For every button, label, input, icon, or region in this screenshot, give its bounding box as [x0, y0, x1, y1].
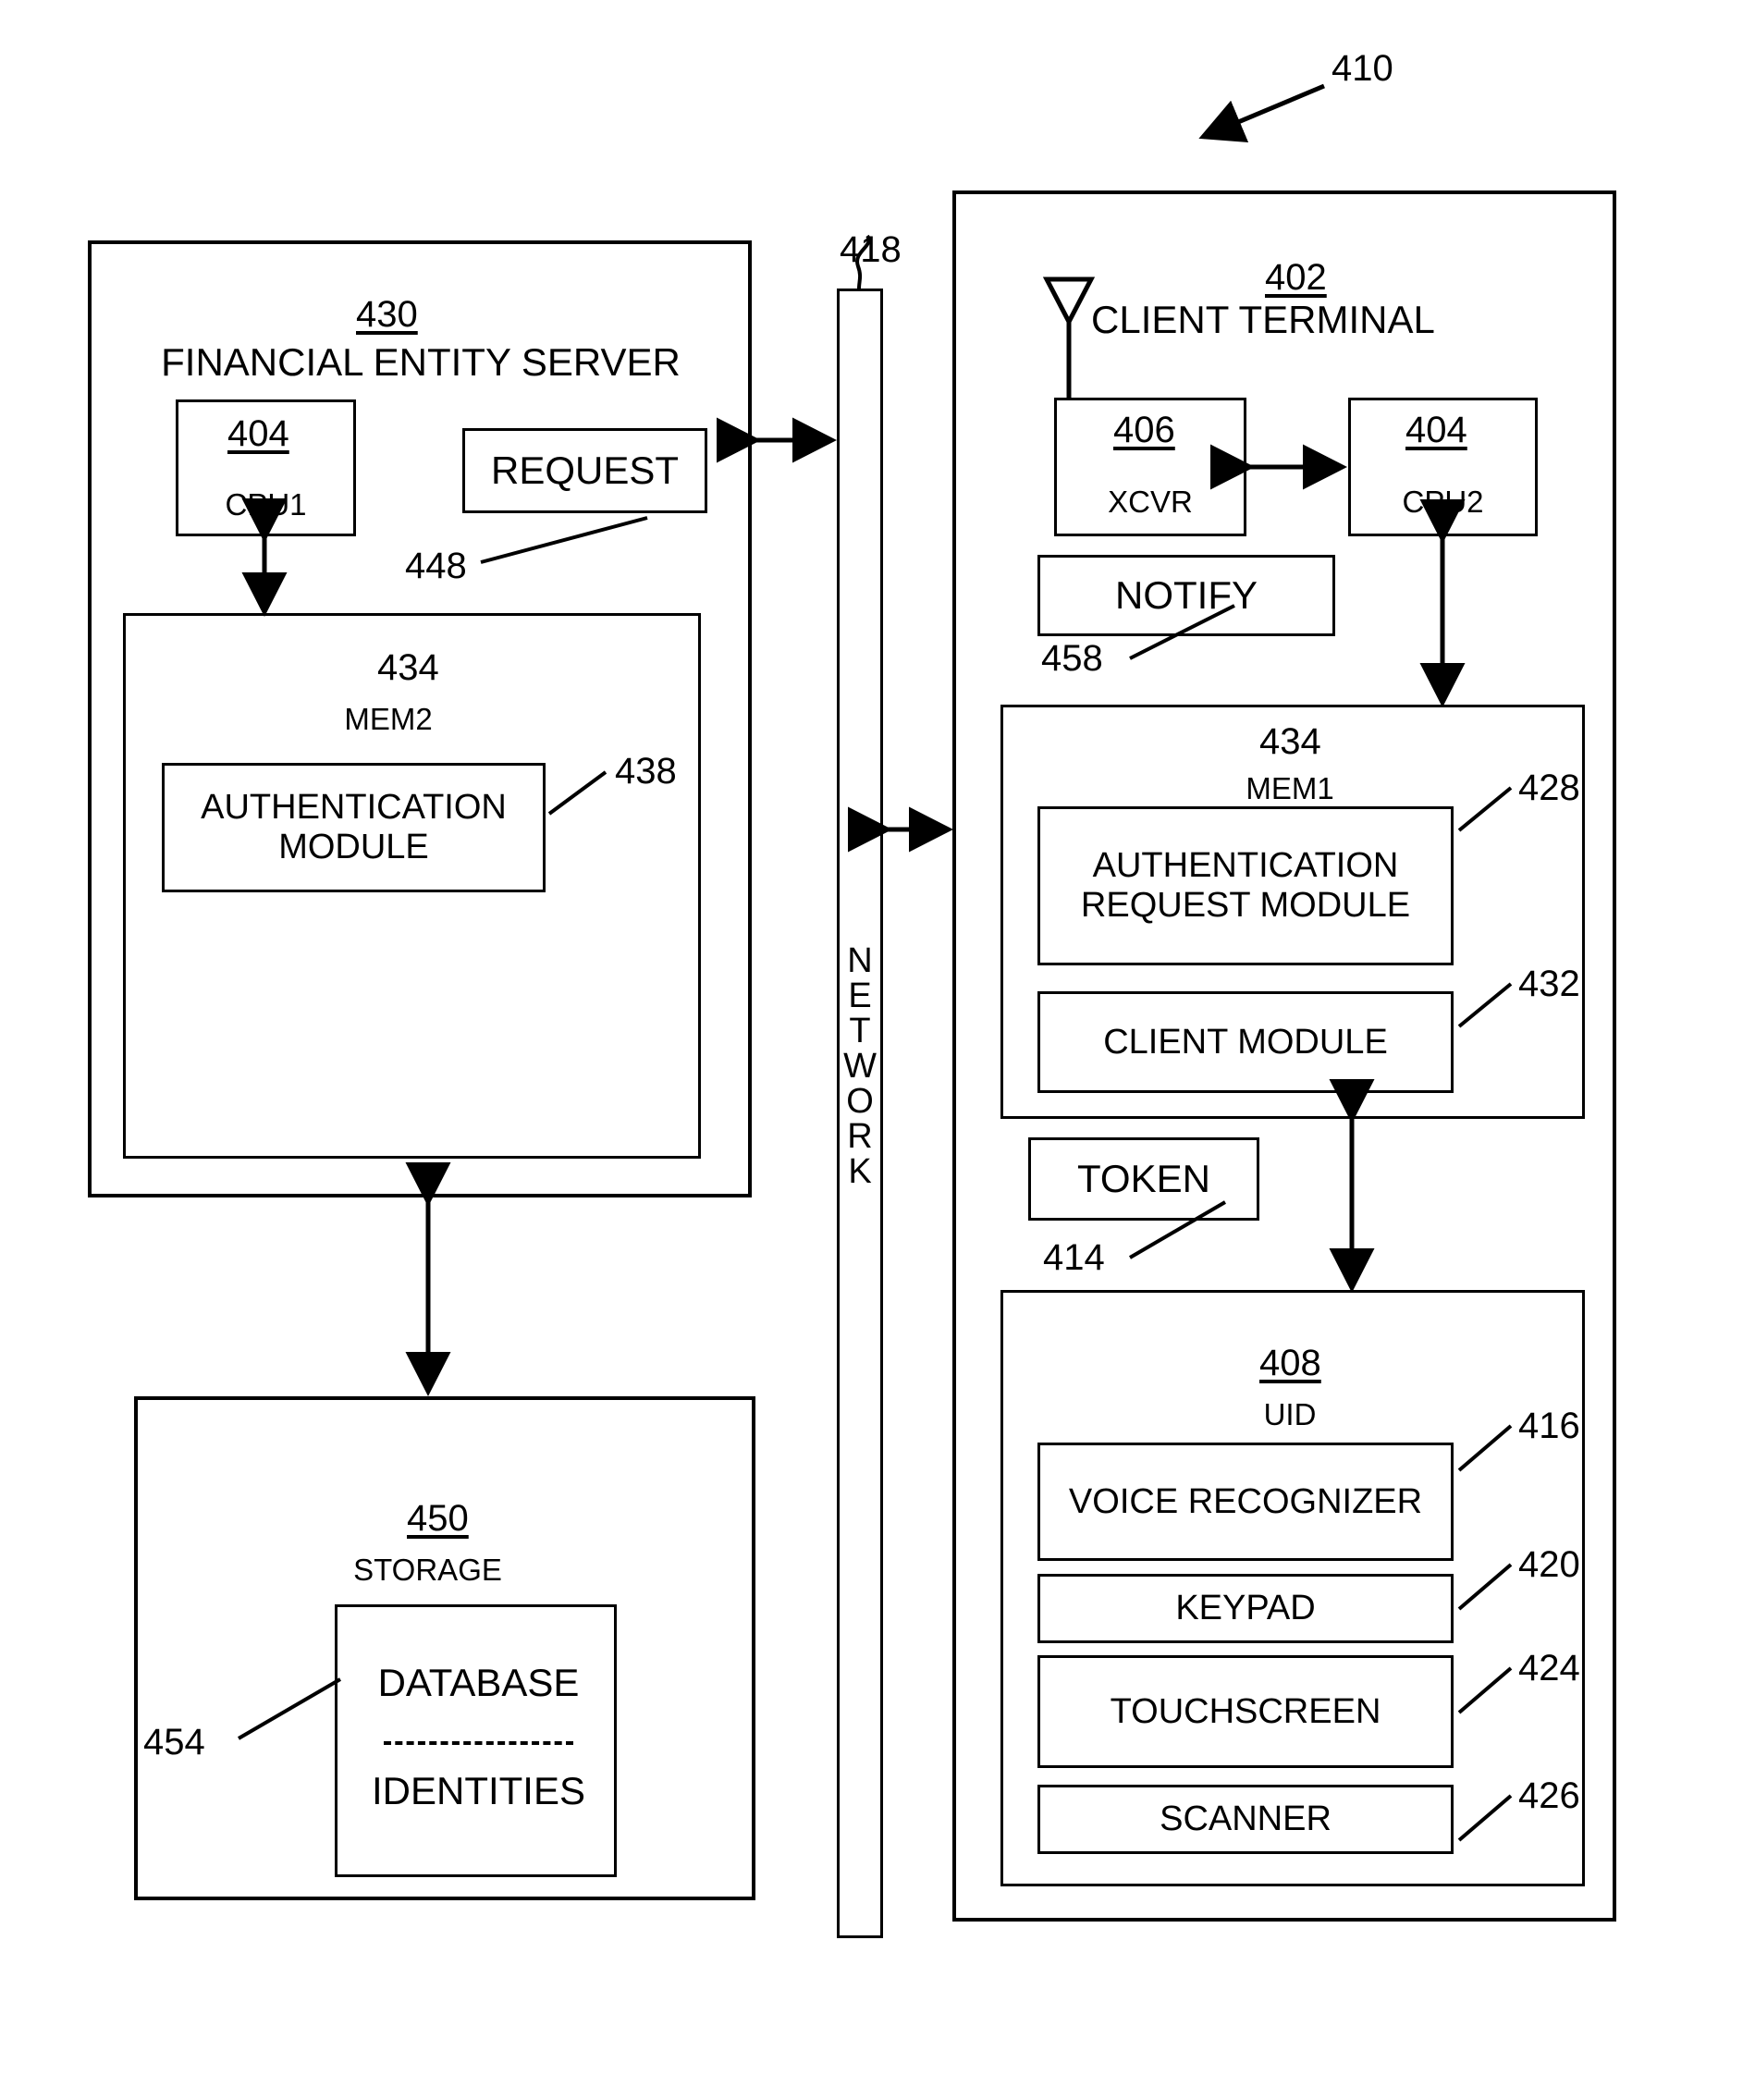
storage-ref: 450	[407, 1498, 469, 1539]
network-ref: 418	[840, 229, 902, 270]
network-label-char-5: R	[847, 1117, 873, 1156]
storage-title: STORAGE	[353, 1553, 502, 1587]
uid-keypad-ref: 420	[1518, 1544, 1580, 1585]
client-xcvr-ref: 406	[1113, 410, 1175, 450]
identities-label: IDENTITIES	[371, 1769, 586, 1812]
authentication-module-ref: 438	[615, 751, 677, 792]
client-notify-ref: 458	[1041, 638, 1103, 679]
server-request-ref: 448	[405, 546, 467, 586]
client-mem1-ref: 434	[1259, 721, 1321, 762]
network-label: N E T W O R K	[838, 943, 882, 1189]
server-request-box: REQUEST	[462, 428, 707, 513]
uid-touchscreen-label: TOUCHSCREEN	[1110, 1691, 1381, 1731]
uid-scanner-box[interactable]: SCANNER	[1037, 1785, 1454, 1854]
client-notify-label: NOTIFY	[1115, 573, 1258, 617]
uid-touchscreen-ref: 424	[1518, 1648, 1580, 1689]
client-uid-ref: 408	[1259, 1343, 1321, 1383]
network-label-char-3: W	[843, 1047, 877, 1086]
server-cpu1-ref: 404	[227, 413, 289, 454]
database-label: DATABASE	[377, 1661, 580, 1704]
client-uid-title: UID	[1263, 1397, 1317, 1431]
client-token-ref: 414	[1043, 1237, 1105, 1278]
uid-scanner-label: SCANNER	[1160, 1799, 1332, 1838]
patent-figure: 410 430 FINANCIAL ENTITY SERVER 404 CPU1…	[0, 0, 1755, 2100]
client-terminal-title: CLIENT TERMINAL	[1091, 298, 1435, 341]
database-box: DATABASE IDENTITIES	[335, 1604, 617, 1877]
client-module-label: CLIENT MODULE	[1103, 1022, 1388, 1062]
database-ref: 454	[143, 1722, 205, 1762]
authentication-request-module-label: AUTHENTICATION REQUEST MODULE	[1080, 846, 1411, 925]
uid-scanner-ref: 426	[1518, 1775, 1580, 1816]
server-mem2-label: MEM2	[344, 702, 433, 736]
server-cpu1-label: CPU1	[225, 487, 307, 522]
client-terminal-ref: 402	[1265, 257, 1327, 298]
authentication-module-box: AUTHENTICATION MODULE	[162, 763, 546, 892]
client-notify-box: NOTIFY	[1037, 555, 1335, 636]
client-token-box: TOKEN	[1028, 1137, 1259, 1221]
network-label-char-4: O	[846, 1082, 874, 1121]
authentication-request-module-box: AUTHENTICATION REQUEST MODULE	[1037, 806, 1454, 965]
uid-voice-recognizer-ref: 416	[1518, 1406, 1580, 1446]
server-mem2-ref: 434	[377, 647, 439, 688]
server-ref: 430	[356, 294, 418, 335]
client-cpu2-ref: 404	[1405, 410, 1467, 450]
authentication-module-label: AUTHENTICATION MODULE	[201, 788, 507, 866]
server-title: FINANCIAL ENTITY SERVER	[161, 340, 681, 384]
client-module-ref: 432	[1518, 964, 1580, 1004]
client-xcvr-label: XCVR	[1108, 485, 1193, 519]
database-separator	[384, 1741, 573, 1745]
client-token-label: TOKEN	[1077, 1157, 1210, 1200]
network-label-char-6: K	[848, 1152, 872, 1191]
overall-system-ref: 410	[1332, 48, 1393, 89]
client-mem1-label: MEM1	[1246, 771, 1334, 805]
client-cpu2-label: CPU2	[1402, 485, 1484, 519]
network-label-char-1: E	[848, 976, 872, 1015]
client-module-box: CLIENT MODULE	[1037, 991, 1454, 1093]
uid-voice-recognizer-box[interactable]: VOICE RECOGNIZER	[1037, 1443, 1454, 1561]
authentication-request-module-ref: 428	[1518, 768, 1580, 808]
uid-touchscreen-box[interactable]: TOUCHSCREEN	[1037, 1655, 1454, 1768]
uid-keypad-label: KEYPAD	[1175, 1589, 1316, 1627]
network-label-char-2: T	[849, 1012, 871, 1050]
uid-keypad-box[interactable]: KEYPAD	[1037, 1574, 1454, 1643]
uid-voice-recognizer-label: VOICE RECOGNIZER	[1068, 1481, 1423, 1521]
network-label-char-0: N	[847, 941, 873, 980]
server-request-label: REQUEST	[490, 448, 680, 492]
